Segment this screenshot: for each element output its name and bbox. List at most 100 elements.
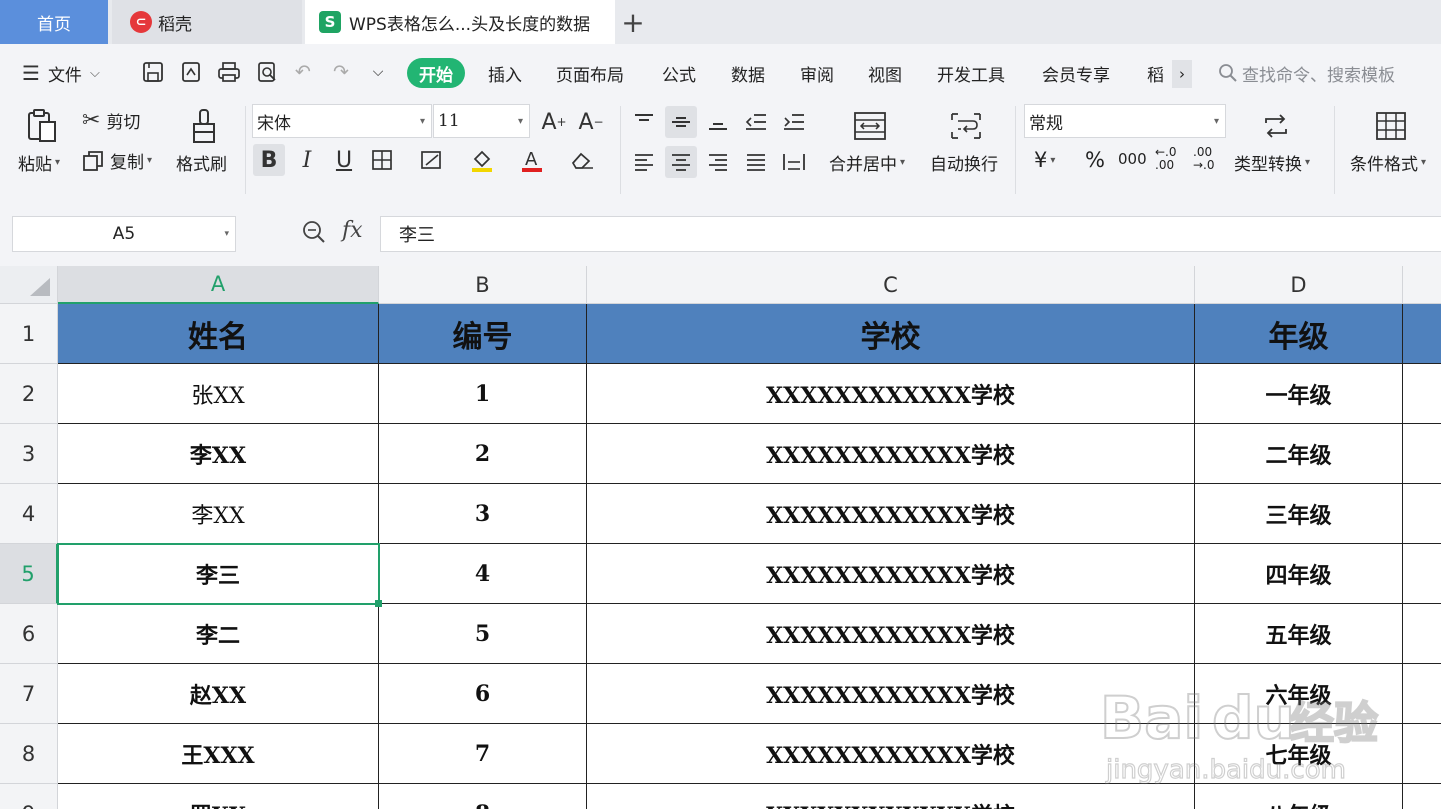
underline-button[interactable]: U [328,144,360,176]
copy-button[interactable]: 复制 ▾ [82,148,152,173]
table-cell[interactable]: XXXXXXXXXXXX学校 [587,784,1195,809]
increase-font-icon[interactable]: A + [538,106,570,138]
zoom-icon[interactable] [302,220,326,250]
select-all-button[interactable] [0,266,58,304]
conditional-format-icon[interactable] [1371,106,1411,146]
increase-indent-icon[interactable] [778,106,810,138]
italic-button[interactable]: I [291,144,323,176]
tab-document[interactable]: S WPS表格怎么...头及长度的数据 [305,0,615,44]
table-cell[interactable] [1403,784,1441,809]
table-cell[interactable]: 一年级 [1195,364,1403,424]
wrap-text-icon[interactable] [946,106,986,146]
format-painter-icon[interactable] [184,106,224,146]
cut-button[interactable]: ✂ 剪切 [82,108,140,133]
row-header-3[interactable]: 3 [0,424,58,484]
new-tab-button[interactable]: + [618,6,648,39]
conditional-format-button[interactable]: 条件格式 ▾ [1350,150,1426,175]
number-format-select[interactable]: 常规 ▾ [1024,104,1226,138]
row-header-6[interactable]: 6 [0,604,58,664]
table-cell[interactable] [1403,364,1441,424]
formula-input[interactable]: 李三 [380,216,1441,252]
table-cell[interactable]: XXXXXXXXXXXX学校 [587,364,1195,424]
save-icon[interactable] [140,59,166,85]
column-header-d[interactable]: D [1195,266,1403,304]
fill-handle[interactable] [375,600,382,607]
table-cell[interactable]: 二年级 [1195,424,1403,484]
table-cell[interactable]: 赵XX [58,664,379,724]
font-size-select[interactable]: 11 ▾ [433,104,530,138]
export-pdf-icon[interactable] [178,59,204,85]
tab-docer[interactable]: ⊂ 稻壳 [112,0,302,44]
cell-style-icon[interactable] [416,144,448,176]
row-header-4[interactable]: 4 [0,484,58,544]
table-cell[interactable]: XXXXXXXXXXXX学校 [587,484,1195,544]
column-header-b[interactable]: B [379,266,587,304]
undo-icon[interactable]: ↶ [290,59,316,85]
menu-tab-docer[interactable]: 稻 [1147,58,1164,88]
table-cell[interactable] [1403,664,1441,724]
table-cell[interactable]: 6 [379,664,587,724]
table-cell[interactable]: 王XXX [58,724,379,784]
table-cell[interactable]: XXXXXXXXXXXX学校 [587,724,1195,784]
wrap-text-button[interactable]: 自动换行 [930,150,998,175]
row-header-8[interactable]: 8 [0,724,58,784]
print-preview-icon[interactable] [254,59,280,85]
row-header-5[interactable]: 5 [0,544,58,604]
command-search[interactable]: 查找命令、搜索模板 [1218,58,1395,88]
fill-color-icon[interactable] [466,144,498,176]
decrease-decimal-button[interactable]: .00 →.0 [1193,146,1215,172]
justify-icon[interactable] [740,146,772,178]
table-cell[interactable]: 李三 [58,544,379,604]
clear-format-icon[interactable] [566,144,598,176]
merge-center-icon[interactable] [850,106,890,146]
table-cell[interactable]: XXXXXXXXXXXX学校 [587,664,1195,724]
table-cell[interactable]: 三年级 [1195,484,1403,544]
table-cell[interactable] [1403,544,1441,604]
row-header-7[interactable]: 7 [0,664,58,724]
font-name-select[interactable]: 宋体 ▾ [252,104,432,138]
column-header-e[interactable] [1403,266,1441,304]
header-cell[interactable]: 编号 [379,304,587,364]
table-cell[interactable]: 8 [379,784,587,809]
column-header-c[interactable]: C [587,266,1195,304]
type-convert-icon[interactable] [1256,106,1296,146]
table-cell[interactable]: 5 [379,604,587,664]
row-header-9[interactable]: 9 [0,784,58,809]
header-cell[interactable] [1403,304,1441,364]
table-cell[interactable]: 六年级 [1195,664,1403,724]
quick-access-dropdown-icon[interactable]: ⌵ [365,59,391,85]
table-cell[interactable]: 3 [379,484,587,544]
align-middle-icon[interactable] [665,106,697,138]
menu-tab-data[interactable]: 数据 [731,58,765,88]
table-cell[interactable]: 张XX [58,364,379,424]
paste-icon[interactable] [22,106,62,146]
paste-button[interactable]: 粘贴 ▾ [18,150,60,175]
row-header-2[interactable]: 2 [0,364,58,424]
table-cell[interactable]: 八年级 [1195,784,1403,809]
print-icon[interactable] [216,59,242,85]
table-cell[interactable]: 李XX [58,484,379,544]
menu-tab-member[interactable]: 会员专享 [1042,58,1110,88]
decrease-font-icon[interactable]: A − [575,106,607,138]
table-cell[interactable]: 4 [379,544,587,604]
align-bottom-icon[interactable] [702,106,734,138]
font-color-icon[interactable]: A [516,144,548,176]
menu-tab-insert[interactable]: 插入 [488,58,522,88]
menu-tab-formula[interactable]: 公式 [662,58,696,88]
align-left-icon[interactable] [628,146,660,178]
column-header-a[interactable]: A [58,266,379,304]
table-cell[interactable]: 罗XX [58,784,379,809]
table-cell[interactable]: 7 [379,724,587,784]
menu-tab-view[interactable]: 视图 [868,58,902,88]
table-cell[interactable]: 四年级 [1195,544,1403,604]
merge-center-button[interactable]: 合并居中 ▾ [829,150,905,175]
align-right-icon[interactable] [702,146,734,178]
insert-function-icon[interactable]: fx [342,218,363,243]
menu-tab-review[interactable]: 审阅 [800,58,834,88]
table-cell[interactable]: 李XX [58,424,379,484]
header-cell[interactable]: 学校 [587,304,1195,364]
increase-decimal-button[interactable]: ←.0 .00 [1155,146,1177,172]
decrease-indent-icon[interactable] [740,106,772,138]
table-cell[interactable]: 2 [379,424,587,484]
header-cell[interactable]: 年级 [1195,304,1403,364]
